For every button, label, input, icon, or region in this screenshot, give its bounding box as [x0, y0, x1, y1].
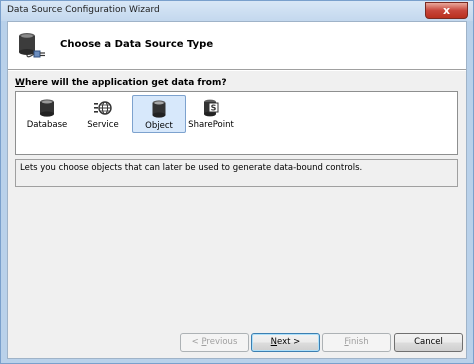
finish-label: inish	[348, 337, 369, 347]
prompt-text: here will the application get data from?	[24, 78, 227, 88]
close-icon: x	[442, 4, 451, 17]
type-item-sharepoint[interactable]: S SharePoint	[184, 95, 238, 133]
window-title: Data Source Configuration Wizard	[7, 5, 160, 15]
wizard-window: Data Source Configuration Wizard x Choos…	[0, 0, 474, 364]
wizard-body: Where will the application get data from…	[8, 71, 466, 342]
type-label-sharepoint: SharePoint	[188, 120, 234, 130]
previous-button[interactable]: < Previous	[180, 333, 249, 352]
close-button[interactable]: x	[425, 2, 468, 19]
wizard-header: Choose a Data Source Type	[8, 22, 466, 69]
description-panel: Lets you choose objects that can later b…	[15, 159, 458, 187]
previous-label: revious	[206, 337, 238, 347]
prompt-accelerator: W	[15, 78, 25, 88]
wizard-client-area: Choose a Data Source Type Where will the…	[7, 21, 467, 359]
sharepoint-icon: S	[204, 99, 219, 117]
type-item-object[interactable]: Object	[132, 95, 186, 133]
next-label: ext >	[277, 337, 301, 347]
type-label-service: Service	[87, 120, 119, 130]
finish-button[interactable]: Finish	[322, 333, 391, 352]
cancel-label: Cancel	[414, 337, 443, 347]
svg-text:S: S	[211, 104, 217, 113]
object-cylinder-icon	[152, 100, 166, 118]
previous-prefix: <	[191, 337, 202, 347]
next-button[interactable]: Next >	[251, 333, 320, 352]
data-source-type-list[interactable]: Database Service Object S SharePoint	[15, 91, 458, 155]
type-item-database[interactable]: Database	[20, 95, 74, 133]
database-icon	[40, 99, 54, 117]
type-label-database: Database	[26, 120, 68, 130]
data-source-plug-icon	[19, 33, 45, 58]
page-title: Choose a Data Source Type	[60, 39, 214, 50]
data-source-prompt: Where will the application get data from…	[15, 78, 227, 88]
service-globe-icon	[94, 101, 112, 115]
type-label-object: Object	[145, 121, 173, 131]
type-description: Lets you choose objects that can later b…	[20, 163, 363, 173]
title-bar[interactable]: Data Source Configuration Wizard x	[1, 1, 473, 21]
cancel-button[interactable]: Cancel	[394, 333, 463, 352]
type-item-service[interactable]: Service	[76, 95, 130, 133]
